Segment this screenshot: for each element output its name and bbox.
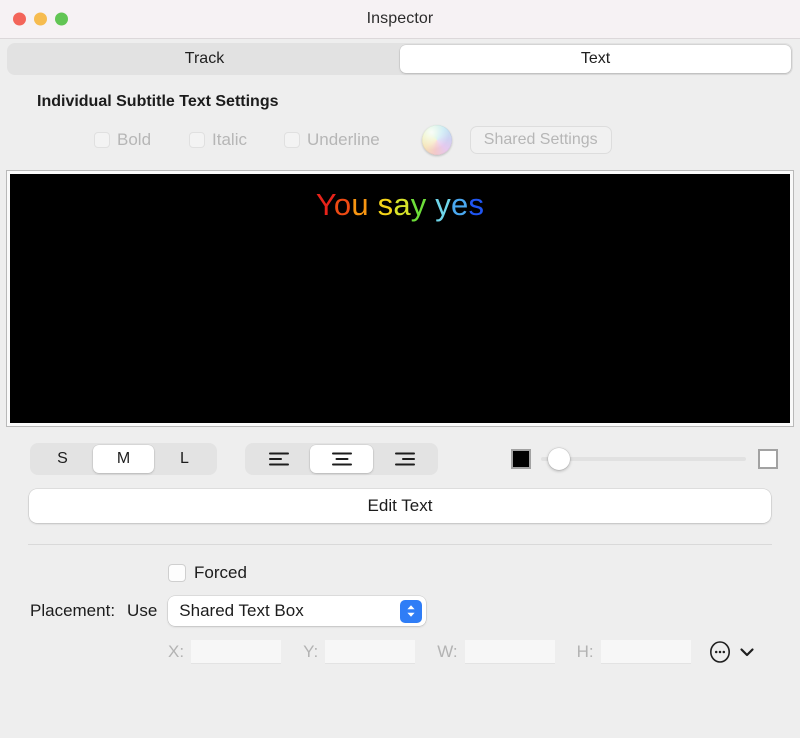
forced-checkbox-label: Forced bbox=[194, 563, 247, 583]
size-segmented-control: S M L bbox=[30, 443, 217, 475]
divider bbox=[28, 544, 772, 545]
w-coordinate: W: bbox=[437, 640, 554, 664]
controls-row: S M L bbox=[0, 443, 800, 475]
forced-checkbox-box bbox=[168, 564, 186, 582]
bold-checkbox[interactable]: Bold bbox=[94, 130, 151, 150]
preview-char-8: y bbox=[435, 187, 451, 222]
italic-checkbox-label: Italic bbox=[212, 130, 247, 150]
y-input[interactable] bbox=[325, 640, 415, 664]
traffic-lights bbox=[13, 13, 68, 26]
preview-char-6: y bbox=[411, 187, 427, 222]
preview-char-4: s bbox=[378, 187, 394, 222]
underline-checkbox-label: Underline bbox=[307, 130, 380, 150]
tabbar: Track Text bbox=[7, 43, 793, 75]
h-input[interactable] bbox=[601, 640, 691, 664]
tab-track[interactable]: Track bbox=[9, 45, 400, 73]
size-option-m[interactable]: M bbox=[93, 445, 154, 473]
y-coordinate: Y: bbox=[303, 640, 415, 664]
close-button[interactable] bbox=[13, 13, 26, 26]
placement-row: Placement: Use Shared Text Box bbox=[30, 596, 800, 626]
color-well-icon[interactable] bbox=[422, 125, 452, 155]
edit-text-button[interactable]: Edit Text bbox=[29, 489, 771, 523]
x-coordinate: X: bbox=[168, 640, 281, 664]
more-options-group bbox=[709, 641, 756, 663]
size-option-l[interactable]: L bbox=[154, 445, 215, 473]
tab-text[interactable]: Text bbox=[400, 45, 791, 73]
shared-settings-button[interactable]: Shared Settings bbox=[470, 126, 612, 154]
ellipsis-circle-icon[interactable] bbox=[709, 641, 731, 663]
h-label: H: bbox=[577, 642, 594, 662]
slider-track bbox=[541, 457, 746, 461]
text-style-row: Bold Italic Underline Shared Settings bbox=[94, 125, 800, 155]
align-right-button[interactable] bbox=[373, 445, 436, 473]
transparent-swatch-icon bbox=[758, 449, 778, 469]
placement-select-value: Shared Text Box bbox=[179, 601, 303, 621]
tabbar-container: Track Text bbox=[0, 39, 800, 81]
placement-select[interactable]: Shared Text Box bbox=[168, 596, 426, 626]
coordinates-row: X: Y: W: H: bbox=[168, 640, 800, 664]
placement-use-label: Use bbox=[127, 601, 157, 621]
chevron-updown-icon bbox=[400, 600, 422, 623]
italic-checkbox[interactable]: Italic bbox=[189, 130, 247, 150]
window-title: Inspector bbox=[0, 10, 800, 28]
titlebar: Inspector bbox=[0, 0, 800, 39]
page-title: Individual Subtitle Text Settings bbox=[37, 93, 800, 111]
subtitle-preview: You say yes bbox=[7, 171, 793, 426]
slider-knob[interactable] bbox=[548, 448, 570, 470]
chevron-down-icon[interactable] bbox=[738, 643, 756, 661]
w-input[interactable] bbox=[465, 640, 555, 664]
inspector-window: Inspector Track Text Individual Subtitle… bbox=[0, 0, 800, 738]
alignment-segmented-control bbox=[245, 443, 438, 475]
forced-checkbox[interactable]: Forced bbox=[168, 563, 800, 583]
size-option-s[interactable]: S bbox=[32, 445, 93, 473]
bold-checkbox-box bbox=[94, 132, 110, 148]
italic-checkbox-box bbox=[189, 132, 205, 148]
preview-char-10: s bbox=[468, 187, 484, 222]
x-label: X: bbox=[168, 642, 184, 662]
opacity-slider[interactable] bbox=[541, 448, 746, 470]
opacity-slider-group bbox=[511, 448, 778, 470]
w-label: W: bbox=[437, 642, 457, 662]
preview-char-9: e bbox=[451, 187, 468, 222]
align-left-button[interactable] bbox=[247, 445, 310, 473]
chevron-updown-glyph bbox=[405, 603, 417, 619]
preview-char-1: o bbox=[334, 187, 351, 222]
opaque-swatch-icon bbox=[511, 449, 531, 469]
align-left-icon bbox=[268, 452, 290, 466]
subtitle-preview-text: You say yes bbox=[10, 187, 790, 223]
preview-char-3 bbox=[369, 187, 378, 222]
preview-char-5: a bbox=[393, 187, 410, 222]
underline-checkbox[interactable]: Underline bbox=[284, 130, 380, 150]
preview-char-2: u bbox=[351, 187, 368, 222]
align-right-icon bbox=[394, 452, 416, 466]
h-coordinate: H: bbox=[577, 640, 691, 664]
underline-checkbox-box bbox=[284, 132, 300, 148]
y-label: Y: bbox=[303, 642, 318, 662]
preview-char-7 bbox=[426, 187, 435, 222]
bold-checkbox-label: Bold bbox=[117, 130, 151, 150]
x-input[interactable] bbox=[191, 640, 281, 664]
zoom-button[interactable] bbox=[55, 13, 68, 26]
preview-char-0: Y bbox=[316, 187, 334, 222]
placement-label: Placement: bbox=[30, 601, 115, 621]
minimize-button[interactable] bbox=[34, 13, 47, 26]
align-center-icon bbox=[331, 452, 353, 466]
align-center-button[interactable] bbox=[310, 445, 373, 473]
